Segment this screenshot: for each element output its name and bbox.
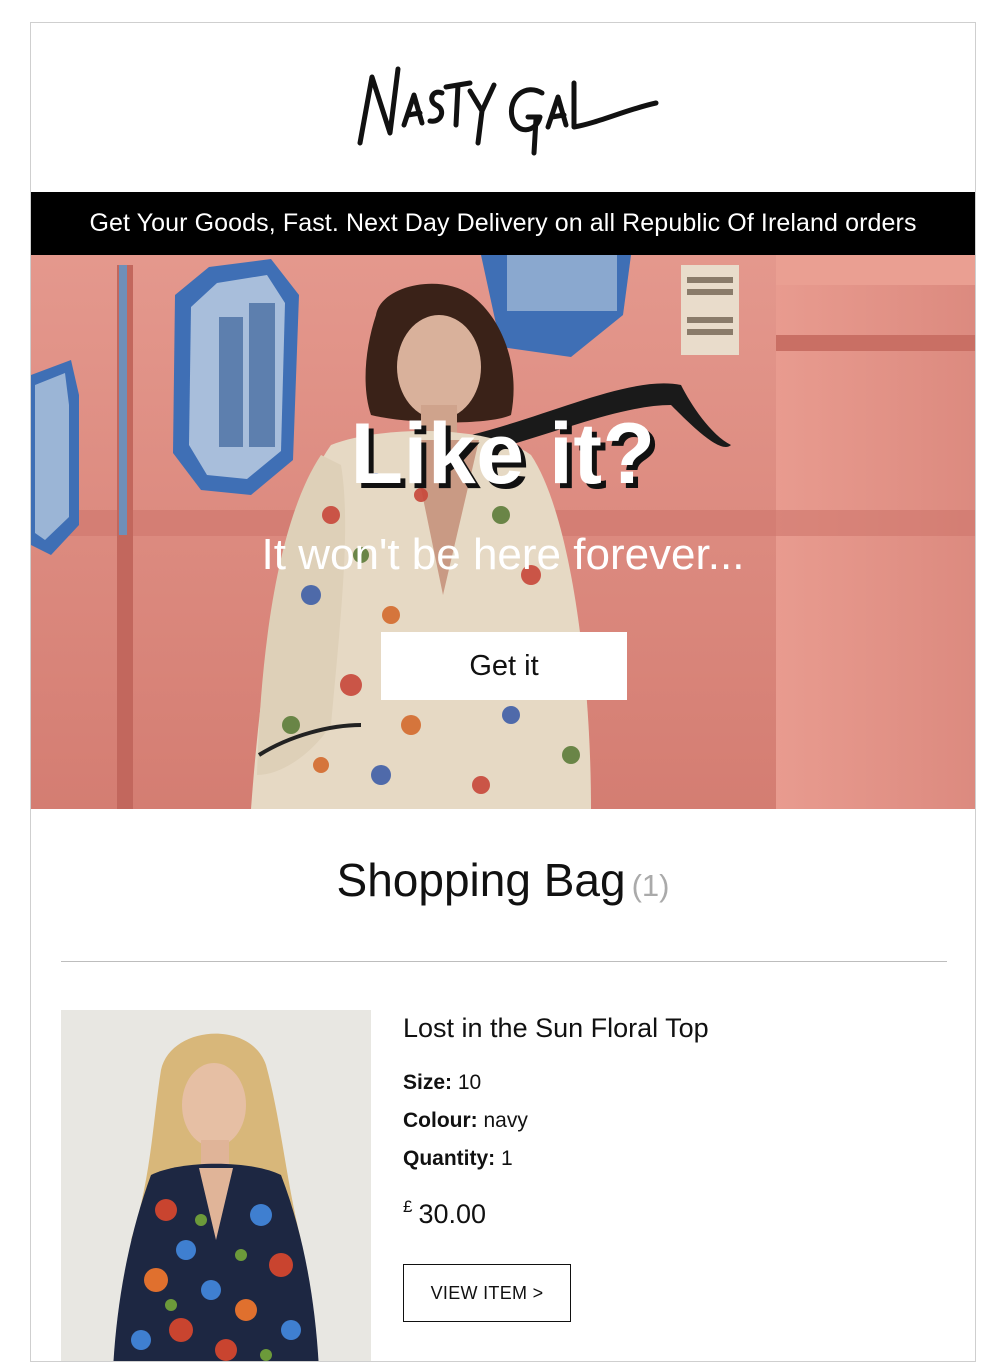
brand-logo[interactable] xyxy=(31,23,975,191)
colour-value: navy xyxy=(483,1109,528,1132)
product-price: £30.00 xyxy=(403,1197,487,1230)
product-image[interactable] xyxy=(61,1010,371,1361)
section-divider xyxy=(61,961,947,962)
product-size: Size: 10 xyxy=(403,1071,481,1095)
shopping-bag-title: Shopping Bag xyxy=(336,854,626,906)
product-quantity: Quantity: 1 xyxy=(403,1147,513,1171)
hero-banner[interactable]: Like it? It won't be here forever... Get… xyxy=(31,255,975,809)
promo-banner[interactable]: Get Your Goods, Fast. Next Day Delivery … xyxy=(31,192,975,255)
size-label: Size: xyxy=(403,1071,453,1094)
colour-label: Colour: xyxy=(403,1109,478,1132)
size-value: 10 xyxy=(457,1071,482,1094)
quantity-value: 1 xyxy=(501,1147,513,1170)
quantity-label: Quantity: xyxy=(403,1147,496,1170)
shopping-bag-heading: Shopping Bag (1) xyxy=(31,853,975,907)
product-photo xyxy=(61,1010,371,1361)
hero-subtitle: It won't be here forever... xyxy=(261,530,745,579)
nasty-gal-logo-icon xyxy=(357,66,659,156)
currency-symbol: £ xyxy=(403,1197,413,1216)
bag-item-count: (1) xyxy=(631,868,670,903)
email-frame: Get Your Goods, Fast. Next Day Delivery … xyxy=(30,22,976,1362)
product-name[interactable]: Lost in the Sun Floral Top xyxy=(403,1013,709,1044)
view-item-button[interactable]: VIEW ITEM > xyxy=(403,1264,571,1322)
hero-title: Like it? xyxy=(350,406,656,502)
product-colour: Colour: navy xyxy=(403,1109,528,1133)
get-it-button[interactable]: Get it xyxy=(381,632,627,700)
price-value: 30.00 xyxy=(418,1199,487,1229)
